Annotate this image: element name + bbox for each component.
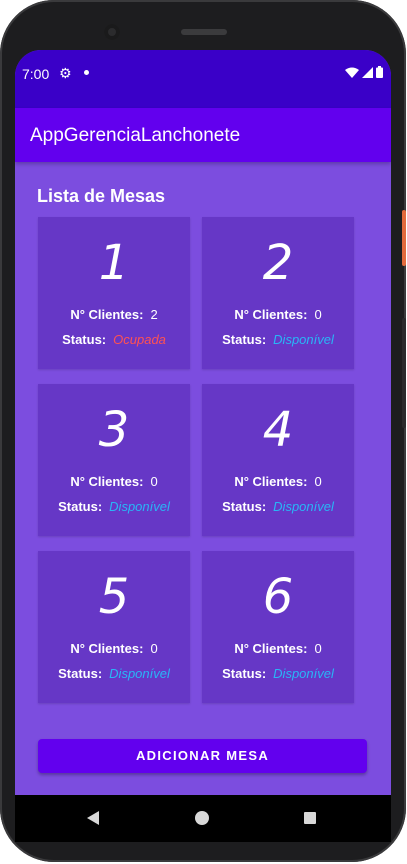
clients-label: N° Clientes: bbox=[234, 307, 308, 322]
clients-row: N° Clientes: 0 bbox=[38, 641, 190, 656]
clients-label: N° Clientes: bbox=[70, 307, 144, 322]
status-value: Disponível bbox=[109, 499, 170, 514]
status-bar: 7:00 ⚙ bbox=[15, 50, 391, 108]
clients-row: N° Clientes: 0 bbox=[202, 307, 354, 322]
phone-frame: 7:00 ⚙ AppGerenciaLanchonete Lista de Me… bbox=[0, 0, 406, 862]
table-card[interactable]: 3 N° Clientes: 0 Status: Disponível bbox=[38, 384, 190, 536]
front-camera bbox=[104, 24, 120, 40]
status-value: Disponível bbox=[273, 499, 334, 514]
clients-value: 0 bbox=[314, 307, 322, 322]
status-row: Status: Disponível bbox=[38, 499, 190, 514]
table-card[interactable]: 5 N° Clientes: 0 Status: Disponível bbox=[38, 551, 190, 703]
table-number: 2 bbox=[262, 235, 294, 291]
status-row: Status: Disponível bbox=[202, 332, 354, 347]
settings-icon: ⚙ bbox=[59, 65, 72, 81]
table-card[interactable]: 1 N° Clientes: 2 Status: Ocupada bbox=[38, 217, 190, 369]
status-label: Status: bbox=[222, 332, 267, 347]
status-row: Status: Disponível bbox=[202, 499, 354, 514]
volume-buttons[interactable] bbox=[402, 318, 406, 428]
clients-value: 0 bbox=[314, 474, 322, 489]
table-card[interactable]: 6 N° Clientes: 0 Status: Disponível bbox=[202, 551, 354, 703]
notification-dot-icon bbox=[84, 70, 89, 75]
status-label: Status: bbox=[222, 666, 267, 681]
clients-label: N° Clientes: bbox=[234, 474, 308, 489]
status-row: Status: Disponível bbox=[202, 666, 354, 681]
add-table-button[interactable]: ADICIONAR MESA bbox=[38, 739, 367, 773]
status-label: Status: bbox=[58, 499, 103, 514]
earpiece-speaker bbox=[181, 29, 227, 35]
clients-row: N° Clientes: 0 bbox=[202, 474, 354, 489]
signal-icon bbox=[362, 66, 373, 78]
status-value: Disponível bbox=[109, 666, 170, 681]
screen: 7:00 ⚙ AppGerenciaLanchonete Lista de Me… bbox=[15, 50, 391, 825]
list-title: Lista de Mesas bbox=[37, 186, 166, 206]
clients-row: N° Clientes: 2 bbox=[38, 307, 190, 322]
navigation-bar bbox=[15, 795, 391, 842]
table-number: 3 bbox=[98, 402, 130, 458]
home-icon[interactable] bbox=[195, 811, 209, 825]
clients-label: N° Clientes: bbox=[70, 641, 144, 656]
recents-icon[interactable] bbox=[304, 812, 316, 824]
battery-icon bbox=[376, 66, 383, 78]
status-row: Status: Disponível bbox=[38, 666, 190, 681]
wifi-icon bbox=[345, 67, 359, 78]
back-icon[interactable] bbox=[87, 811, 99, 825]
power-button[interactable] bbox=[402, 210, 406, 266]
table-number: 6 bbox=[262, 569, 294, 625]
status-value: Ocupada bbox=[113, 332, 166, 347]
clients-label: N° Clientes: bbox=[70, 474, 144, 489]
status-time: 7:00 bbox=[22, 66, 50, 82]
clients-value: 0 bbox=[314, 641, 322, 656]
app-title: AppGerenciaLanchonete bbox=[30, 125, 241, 146]
status-label: Status: bbox=[58, 666, 103, 681]
clients-value: 2 bbox=[150, 307, 158, 322]
status-label: Status: bbox=[222, 499, 267, 514]
clients-value: 0 bbox=[150, 641, 158, 656]
table-card[interactable]: 4 N° Clientes: 0 Status: Disponível bbox=[202, 384, 354, 536]
status-value: Disponível bbox=[273, 666, 334, 681]
app-bar: AppGerenciaLanchonete bbox=[15, 108, 391, 162]
status-icons bbox=[345, 66, 383, 78]
table-number: 5 bbox=[98, 569, 130, 625]
table-number: 4 bbox=[262, 402, 294, 458]
status-row: Status: Ocupada bbox=[38, 332, 190, 347]
clients-value: 0 bbox=[150, 474, 158, 489]
clients-row: N° Clientes: 0 bbox=[38, 474, 190, 489]
status-value: Disponível bbox=[273, 332, 334, 347]
table-card[interactable]: 2 N° Clientes: 0 Status: Disponível bbox=[202, 217, 354, 369]
table-number: 1 bbox=[98, 235, 130, 291]
status-label: Status: bbox=[62, 332, 107, 347]
clients-row: N° Clientes: 0 bbox=[202, 641, 354, 656]
clients-label: N° Clientes: bbox=[234, 641, 308, 656]
